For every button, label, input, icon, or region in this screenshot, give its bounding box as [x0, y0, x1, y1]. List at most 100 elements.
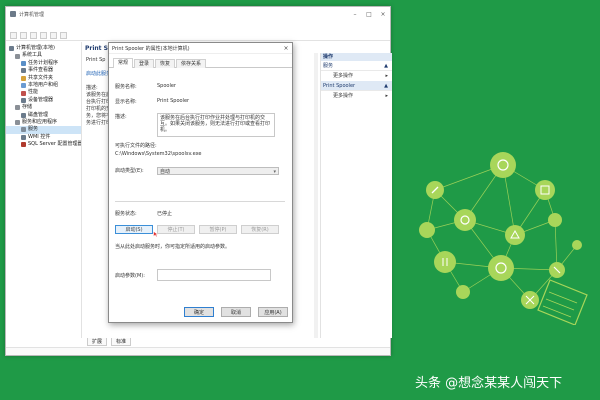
tree-item[interactable]: 设备管理器 [6, 97, 81, 104]
exe-path-row: C:\Windows\System32\spoolsv.exe [115, 151, 201, 157]
tree-item[interactable]: 计算机管理(本地) [6, 45, 81, 52]
collapse-icon: ▲ [384, 83, 388, 89]
decorative-illustration [419, 152, 588, 325]
tab-standard[interactable]: 标准 [111, 338, 132, 346]
tree-item-label: 服务 [28, 126, 39, 133]
startup-hint-row: 当从此处启动服务时，你可指定所适用的启动参数。 [115, 243, 230, 250]
tree-node-icon [9, 46, 14, 52]
toolbar [6, 30, 390, 41]
start-service-button[interactable]: 启动(S) [115, 225, 153, 234]
cancel-button[interactable]: 取消 [221, 307, 251, 317]
tree-item[interactable]: 服务 [6, 126, 81, 134]
tree-node-icon [15, 105, 20, 111]
ok-button[interactable]: 确定 [184, 307, 214, 317]
window-title: 计算机管理 [19, 11, 45, 18]
tree-item[interactable]: 磁盘管理 [6, 112, 81, 119]
start-params-input[interactable] [157, 269, 271, 281]
tree-node-icon [21, 142, 26, 148]
service-status-label: 服务状态: [115, 211, 137, 217]
tree-item[interactable]: 存储 [6, 104, 81, 111]
minimize-button[interactable]: – [348, 11, 362, 18]
tree-node-icon [21, 134, 26, 140]
dialog-titlebar: Print Spooler 的属性(本地计算机) × [109, 43, 292, 54]
tree-node-icon [21, 68, 26, 74]
exe-path-label-row: 可执行文件的路径: [115, 142, 157, 149]
actions-section-print-spooler[interactable]: Print Spooler ▲ [321, 81, 392, 91]
stop-service-button[interactable]: 停止(T) [157, 225, 195, 234]
tab-extended[interactable]: 扩展 [87, 338, 108, 346]
display-name-label: 显示名称: [115, 99, 137, 105]
console-tree: 计算机管理(本地) 系统工具 任务计划程序 事件查看器 共享文件夹 本地用户和组 性能 设备管… [6, 42, 82, 338]
tree-item[interactable]: 性能 [6, 89, 81, 96]
status-bar [6, 347, 390, 355]
resume-service-button[interactable]: 恢复(R) [241, 225, 279, 234]
tree-node-icon [15, 53, 20, 59]
actions-pane: 操作 服务 ▲ 更多操作 ▸ Print Spooler ▲ 更多操作 ▸ [320, 53, 392, 338]
chevron-right-icon: ▸ [385, 93, 388, 99]
tab-general[interactable]: 常规 [113, 58, 134, 68]
document-shape [537, 279, 588, 325]
tree-item-label: 事件查看器 [28, 67, 54, 74]
dialog-close-button[interactable]: × [280, 45, 292, 52]
tree-item[interactable]: 系统工具 [6, 52, 81, 59]
service-status-row: 服务状态: 已停止 [115, 210, 172, 217]
startup-type-label: 启动类型(E): [115, 168, 144, 174]
print-spooler-properties-dialog: Print Spooler 的属性(本地计算机) × 常规 登录 恢复 依存关系… [108, 42, 293, 323]
tree-item-label: WMI 控件 [28, 133, 51, 140]
help-button[interactable] [60, 31, 67, 39]
actions-section-services[interactable]: 服务 ▲ [321, 61, 392, 71]
more-actions-label: 更多操作 [333, 93, 354, 99]
exe-path-label: 可执行文件的路径: [115, 143, 157, 149]
mouse-cursor-icon [153, 231, 159, 237]
more-actions-item[interactable]: 更多操作 ▸ [321, 91, 392, 101]
chevron-right-icon: ▸ [385, 73, 388, 79]
tree-item-label: 磁盘管理 [28, 111, 49, 118]
show-hide-tree-button[interactable] [40, 31, 47, 39]
description-textbox[interactable]: 该服务在后台执行打印作业并处理与打印机的交互。如果关闭该服务，则无法进行打印或查… [157, 113, 275, 137]
tree-node-icon [21, 60, 26, 66]
tree-item[interactable]: 本地用户和组 [6, 82, 81, 89]
service-status-value: 已停止 [157, 211, 173, 217]
exe-path-value: C:\Windows\System32\spoolsv.exe [115, 151, 202, 157]
tree-node-icon [21, 112, 26, 118]
menu-bar [6, 21, 390, 30]
up-button[interactable] [30, 31, 37, 39]
window-titlebar: 计算机管理 – □ × [6, 7, 390, 21]
maximize-button[interactable]: □ [362, 11, 376, 18]
start-params-row: 启动参数(M): [115, 269, 271, 281]
tree-node-icon [15, 120, 20, 126]
tree-node-icon [21, 75, 26, 81]
forward-button[interactable] [20, 31, 27, 39]
service-name-label: 服务名称: [115, 84, 137, 90]
service-name-value: Spooler [157, 83, 176, 89]
more-actions-item[interactable]: 更多操作 ▸ [321, 71, 392, 81]
tree-item[interactable]: WMI 控件 [6, 134, 81, 141]
dialog-tabs: 常规 登录 恢复 依存关系 [109, 54, 292, 68]
apply-button[interactable]: 应用(A) [258, 307, 288, 317]
tree-item[interactable]: 共享文件夹 [6, 75, 81, 82]
tree-item[interactable]: 事件查看器 [6, 67, 81, 74]
pause-service-button[interactable]: 暂停(P) [199, 225, 237, 234]
tree-item-label: 共享文件夹 [28, 74, 54, 81]
tab-logon[interactable]: 登录 [134, 59, 155, 68]
tab-recovery[interactable]: 恢复 [155, 59, 176, 68]
tab-dependencies[interactable]: 依存关系 [176, 59, 207, 68]
back-button[interactable] [10, 31, 17, 39]
more-actions-label: 更多操作 [333, 73, 354, 79]
divider [115, 201, 285, 202]
tree-item-label: 存储 [22, 104, 33, 111]
service-name-row: 服务名称: Spooler [115, 83, 176, 90]
center-scrollbar[interactable] [314, 53, 318, 338]
display-name-row: 显示名称: Print Spooler [115, 98, 189, 105]
close-button[interactable]: × [376, 11, 390, 18]
startup-hint-text: 当从此处启动服务时，你可指定所适用的启动参数。 [115, 244, 231, 250]
properties-button[interactable] [50, 31, 57, 39]
tree-item[interactable]: SQL Server 配置管理器 [6, 141, 81, 148]
computer-management-icon [10, 11, 16, 17]
tree-item[interactable]: 服务和应用程序 [6, 119, 81, 126]
display-name-value: Print Spooler [157, 98, 190, 104]
tree-node-icon [21, 97, 26, 103]
dialog-title: Print Spooler 的属性(本地计算机) [112, 45, 190, 52]
start-params-label: 启动参数(M): [115, 272, 145, 279]
startup-type-select[interactable]: 自动 [157, 167, 279, 176]
